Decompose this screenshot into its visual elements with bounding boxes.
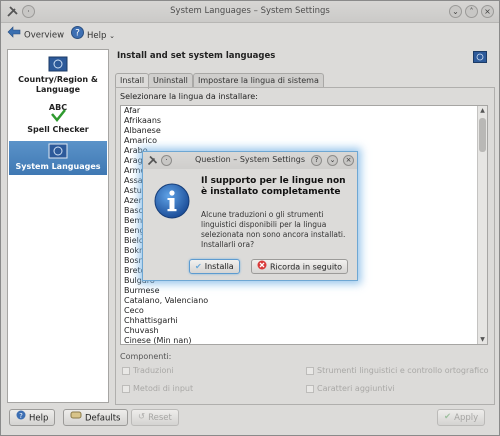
scroll-up-icon[interactable]: ▲ bbox=[478, 106, 487, 115]
question-dialog: · Question – System Settings ? ⌄ × Il su… bbox=[142, 151, 358, 281]
flag-icon bbox=[48, 143, 68, 159]
flag-icon bbox=[473, 51, 487, 63]
list-item[interactable]: Catalano, Valenciano bbox=[121, 296, 487, 306]
remind-later-button[interactable]: Ricorda in seguito bbox=[251, 259, 349, 274]
list-item[interactable]: Afar bbox=[121, 106, 487, 116]
sidebar-item-label: Country/Region & Language bbox=[18, 75, 98, 94]
checkbox-translations[interactable]: Traduzioni bbox=[122, 366, 174, 375]
sidebar-item-label: Spell Checker bbox=[27, 125, 89, 134]
scrollbar[interactable]: ▲ ▼ bbox=[477, 106, 487, 344]
check-icon: ✔ bbox=[444, 412, 452, 422]
defaults-button-label: Defaults bbox=[85, 413, 121, 424]
sidebar-item-country-region[interactable]: Country/Region & Language bbox=[9, 56, 107, 96]
abc-check-icon: ABC bbox=[49, 103, 67, 122]
checkbox-box[interactable] bbox=[306, 384, 314, 393]
list-item[interactable]: Ceco bbox=[121, 306, 487, 316]
svg-text:?: ? bbox=[19, 412, 23, 420]
close-button[interactable]: × bbox=[481, 5, 494, 18]
list-label: Selezionare la lingua da installare: bbox=[120, 92, 258, 101]
install-button[interactable]: ✔ Installa bbox=[189, 259, 240, 274]
overview-label: Overview bbox=[24, 30, 65, 41]
checkbox-box[interactable] bbox=[306, 366, 314, 375]
components-label: Componenti: bbox=[120, 352, 172, 361]
checkbox-box[interactable] bbox=[122, 384, 130, 393]
checkbox-label: Traduzioni bbox=[133, 366, 174, 375]
help-icon: ? bbox=[16, 410, 26, 426]
help-button-label: Help bbox=[29, 413, 49, 424]
sidebar-item-spell-checker[interactable]: ABC Spell Checker bbox=[9, 102, 107, 138]
install-button-label: Installa bbox=[204, 262, 234, 271]
dialog-minimize-button[interactable]: ⌄ bbox=[327, 155, 338, 166]
page-title: Install and set system languages bbox=[117, 51, 276, 61]
help-menu-label: Help bbox=[87, 31, 107, 41]
defaults-icon bbox=[70, 410, 82, 426]
list-item[interactable]: Amarico bbox=[121, 136, 487, 146]
list-item[interactable]: Afrikaans bbox=[121, 116, 487, 126]
dialog-title: Question – System Settings bbox=[194, 155, 306, 164]
apply-button[interactable]: ✔ Apply bbox=[437, 409, 486, 426]
sidebar: Country/Region & Language ABC Spell Chec… bbox=[7, 49, 109, 403]
dialog-help-button[interactable]: ? bbox=[311, 155, 322, 166]
reset-button[interactable]: ↺ Reset bbox=[131, 409, 179, 426]
checkbox-language-tools[interactable]: Strumenti linguistici e controllo ortogr… bbox=[306, 366, 489, 375]
checkbox-box[interactable] bbox=[122, 366, 130, 375]
tab-uninstall[interactable]: Uninstall bbox=[148, 73, 193, 88]
cancel-icon bbox=[257, 260, 267, 274]
checkbox-extra-fonts[interactable]: Caratteri aggiuntivi bbox=[306, 384, 395, 393]
list-item[interactable]: Cinese (Min nan) bbox=[121, 336, 487, 344]
maximize-button[interactable]: ˄ bbox=[465, 5, 478, 18]
apply-button-label: Apply bbox=[454, 413, 479, 423]
scrollbar-thumb[interactable] bbox=[479, 118, 486, 152]
sidebar-item-label: System Languages bbox=[15, 162, 101, 171]
info-icon bbox=[153, 182, 191, 222]
scroll-down-icon[interactable]: ▼ bbox=[478, 335, 487, 344]
list-item[interactable]: Chuvash bbox=[121, 326, 487, 336]
back-arrow-icon bbox=[7, 26, 21, 44]
svg-text:?: ? bbox=[75, 29, 80, 39]
help-menu-button[interactable]: ? Help ⌄ bbox=[71, 26, 115, 42]
overview-button[interactable]: Overview bbox=[7, 26, 64, 42]
list-item[interactable]: Burmese bbox=[121, 286, 487, 296]
title-bar[interactable]: · System Languages – System Settings ⌄ ˄… bbox=[1, 1, 499, 23]
remind-later-label: Ricorda in seguito bbox=[270, 262, 343, 272]
bottom-button-bar: ? Help Defaults ↺ Reset ✔ Apply bbox=[1, 405, 499, 435]
checkbox-label: Caratteri aggiuntivi bbox=[317, 384, 395, 393]
dialog-heading: Il supporto per le lingue non è installa… bbox=[201, 176, 346, 197]
checkbox-input-methods[interactable]: Metodi di input bbox=[122, 384, 193, 393]
reset-button-label: Reset bbox=[148, 413, 172, 423]
chevron-down-icon: ⌄ bbox=[109, 32, 115, 40]
dialog-title-bar[interactable]: · Question – System Settings ? ⌄ × bbox=[143, 152, 357, 169]
list-item[interactable]: Chhattisgarhi bbox=[121, 316, 487, 326]
window-title: System Languages – System Settings bbox=[170, 6, 330, 16]
checkbox-label: Metodi di input bbox=[133, 384, 194, 393]
dialog-close-button[interactable]: × bbox=[343, 155, 354, 166]
checkbox-label: Strumenti linguistici e controllo ortogr… bbox=[317, 366, 489, 375]
tab-system-language[interactable]: Impostare la lingua di sistema bbox=[193, 73, 324, 88]
flag-icon bbox=[48, 56, 68, 72]
sidebar-item-system-languages[interactable]: System Languages bbox=[9, 141, 107, 175]
defaults-button[interactable]: Defaults bbox=[63, 409, 128, 426]
help-icon: ? bbox=[71, 26, 84, 45]
toolbar: Overview ? Help ⌄ bbox=[1, 23, 499, 45]
minimize-button[interactable]: ⌄ bbox=[449, 5, 462, 18]
check-icon: ✔ bbox=[195, 262, 202, 271]
help-button[interactable]: ? Help bbox=[9, 409, 56, 426]
list-item[interactable]: Albanese bbox=[121, 126, 487, 136]
reset-icon: ↺ bbox=[138, 412, 146, 422]
dialog-message: Alcune traduzioni o gli strumenti lingui… bbox=[201, 210, 346, 249]
